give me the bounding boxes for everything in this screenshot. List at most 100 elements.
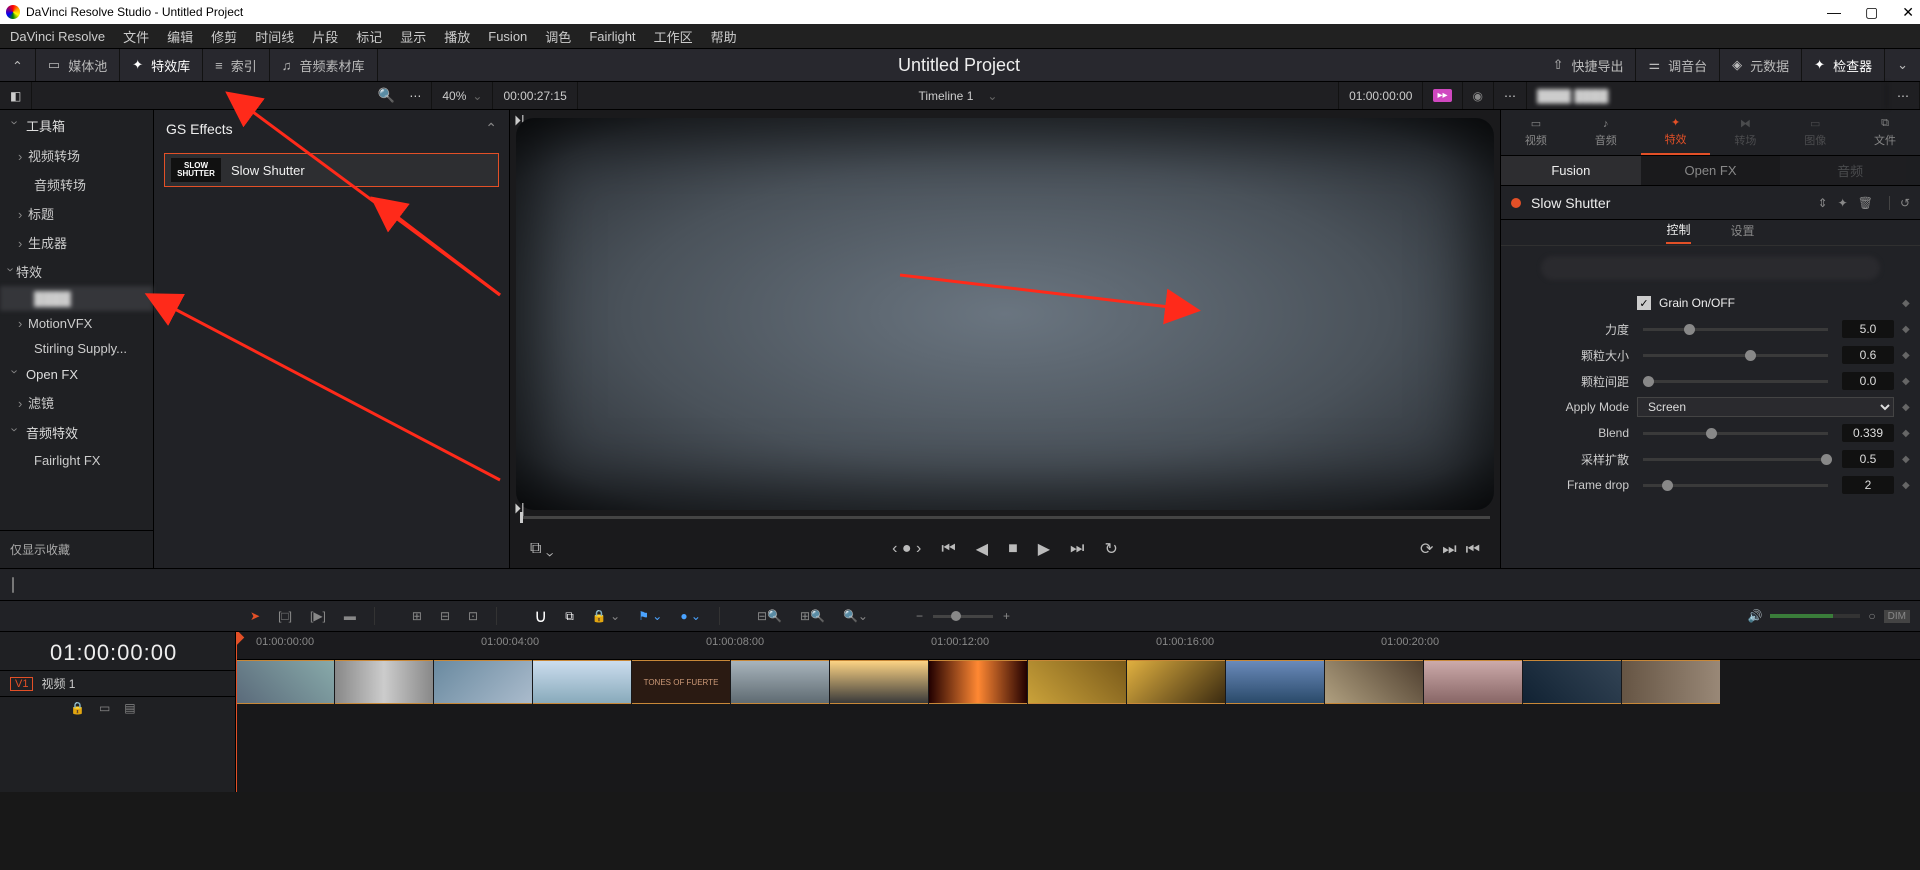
zoom-out-button[interactable]: − [916, 609, 923, 623]
menu-help[interactable]: 帮助 [711, 27, 737, 46]
zoom-out-timeline[interactable]: ⊟🔍 [757, 609, 782, 623]
menu-fusion[interactable]: Fusion [488, 29, 527, 44]
collapse-icon[interactable]: ⌃ [485, 120, 497, 137]
grain-checkbox[interactable]: ✓ [1637, 296, 1651, 310]
expand-left-button[interactable]: ⌄ [0, 49, 36, 81]
video-track-clips[interactable]: TONES OF FUERTE [236, 660, 1920, 704]
clip[interactable] [335, 660, 433, 704]
auto-select-icon[interactable]: ▭ [99, 701, 110, 715]
snapping-toggle[interactable]: ∪ [534, 606, 547, 627]
close-button[interactable]: ✕ [1902, 4, 1914, 21]
jog-back-icon[interactable]: ‹ ● › [892, 540, 921, 558]
strength-value[interactable]: 5.0 [1842, 320, 1894, 338]
blade-tool[interactable]: ▬ [344, 609, 356, 623]
clip[interactable] [533, 660, 631, 704]
mixer-button[interactable]: ⚌调音台 [1636, 49, 1720, 81]
clip[interactable]: TONES OF FUERTE [632, 660, 730, 704]
timeline-timecode[interactable]: 01:00:00:00 [0, 632, 235, 670]
clip[interactable] [830, 660, 928, 704]
inspector-tab-effects[interactable]: ✦特效 [1641, 110, 1711, 155]
inspector-tab-file[interactable]: ⧉文件 [1850, 110, 1920, 155]
toolbox-category[interactable]: 工具箱 [0, 110, 153, 141]
search-icon[interactable]: 🔍 [378, 87, 395, 104]
generators[interactable]: 生成器 [0, 228, 153, 257]
frame-drop-value[interactable]: 2 [1842, 476, 1894, 494]
inspector-tab-transition[interactable]: ⧓转场 [1710, 110, 1780, 155]
options-icon[interactable]: ⋯ [409, 89, 421, 103]
loop-button[interactable]: ↻ [1104, 539, 1117, 559]
panel-toggle-button[interactable]: ◧ [0, 82, 32, 109]
media-pool-button[interactable]: ▭媒体池 [36, 49, 120, 81]
clip[interactable] [929, 660, 1027, 704]
frame-drop-slider[interactable] [1643, 484, 1828, 487]
inspector-tab-video[interactable]: ▭视频 [1501, 110, 1571, 155]
controls-tab[interactable]: 控制 [1666, 221, 1690, 244]
fairlight-fx[interactable]: Fairlight FX [0, 448, 153, 473]
keyframe-icon[interactable]: ◆ [1902, 376, 1912, 387]
menu-trim[interactable]: 修剪 [211, 27, 237, 46]
metadata-button[interactable]: ◈元数据 [1720, 49, 1802, 81]
clip[interactable] [1622, 660, 1720, 704]
step-back-button[interactable]: ◀ [976, 539, 988, 559]
clip[interactable] [1028, 660, 1126, 704]
audio-transitions[interactable]: 音频转场 [0, 170, 153, 199]
insert-clip-button[interactable]: ⊞ [412, 609, 422, 623]
menu-app[interactable]: DaVinci Resolve [10, 29, 105, 44]
source-timecode[interactable]: 00:00:27:15 [493, 82, 577, 109]
playhead[interactable] [236, 632, 237, 792]
keyboard-icon[interactable] [12, 578, 14, 592]
quick-export-button[interactable]: ⇧快捷导出 [1541, 49, 1637, 81]
clip[interactable] [1325, 660, 1423, 704]
keyframe-icon[interactable]: ◆ [1902, 350, 1912, 361]
position-lock-toggle[interactable]: 🔒 ⌄ [592, 609, 620, 623]
clip[interactable] [434, 660, 532, 704]
reset-all-icon[interactable]: ↺ [1889, 196, 1910, 210]
menu-timeline[interactable]: 时间线 [255, 27, 294, 46]
zoom-in-button[interactable]: + [1003, 609, 1010, 623]
clip[interactable] [1424, 660, 1522, 704]
gpu-indicator[interactable]: ▸▸ [1423, 82, 1462, 109]
replace-clip-button[interactable]: ⊡ [468, 609, 478, 623]
effects-category[interactable]: 特效 [0, 257, 153, 286]
stirling-supply[interactable]: Stirling Supply... [0, 336, 153, 361]
titles[interactable]: 标题 [0, 199, 153, 228]
openfx-category[interactable]: Open FX [0, 361, 153, 388]
video-transitions[interactable]: 视频转场 [0, 141, 153, 170]
linked-selection-toggle[interactable]: ⧉ [565, 609, 574, 624]
record-timecode[interactable]: 01:00:00:00 [1339, 82, 1423, 109]
grain-gap-value[interactable]: 0.0 [1842, 372, 1894, 390]
effects-group-header[interactable]: GS Effects⌃ [154, 110, 509, 147]
grain-size-slider[interactable] [1643, 354, 1828, 357]
flag-button[interactable]: ⚑ ⌄ [638, 609, 662, 623]
keyframe-nav-icon[interactable]: ⇕ [1818, 196, 1828, 210]
blend-slider[interactable] [1643, 432, 1828, 435]
menu-workspace[interactable]: 工作区 [654, 27, 693, 46]
overwrite-clip-button[interactable]: ⊟ [440, 609, 450, 623]
param-search[interactable] [1541, 256, 1880, 280]
clip[interactable] [1523, 660, 1621, 704]
audiofx-category[interactable]: 音频特效 [0, 417, 153, 448]
subtab-audio[interactable]: 音频 [1780, 156, 1920, 185]
speaker-icon[interactable]: 🔊 [1747, 609, 1762, 623]
keyframe-icon[interactable]: ◆ [1902, 402, 1912, 413]
menu-color[interactable]: 调色 [545, 27, 571, 46]
zoom-custom-timeline[interactable]: 🔍⌄ [843, 609, 868, 623]
sound-library-button[interactable]: ♫音频素材库 [270, 49, 378, 81]
selection-tool[interactable]: ➤ [250, 609, 260, 623]
sample-value[interactable]: 0.5 [1842, 450, 1894, 468]
timeline-ruler[interactable]: 01:00:00:00 01:00:04:00 01:00:08:00 01:0… [236, 632, 1920, 660]
menu-fairlight[interactable]: Fairlight [589, 29, 635, 44]
inspector-button[interactable]: ✦检查器 [1802, 49, 1885, 81]
next-clip-button[interactable]: ⏭ [1070, 540, 1084, 558]
edit-index-button[interactable]: ≡索引 [203, 49, 270, 81]
dynamic-trim-tool[interactable]: [▶] [310, 609, 326, 623]
keyframe-icon[interactable]: ◆ [1902, 480, 1912, 491]
viewer-screen[interactable] [516, 118, 1494, 510]
effect-enable-dot[interactable] [1511, 198, 1521, 208]
clip[interactable] [1226, 660, 1324, 704]
settings-tab[interactable]: 设置 [1731, 222, 1755, 243]
inspector-tab-audio[interactable]: ♪音频 [1571, 110, 1641, 155]
video-track-header[interactable]: V1 视频 1 [0, 670, 235, 696]
clip[interactable] [236, 660, 334, 704]
sample-slider[interactable] [1643, 458, 1828, 461]
